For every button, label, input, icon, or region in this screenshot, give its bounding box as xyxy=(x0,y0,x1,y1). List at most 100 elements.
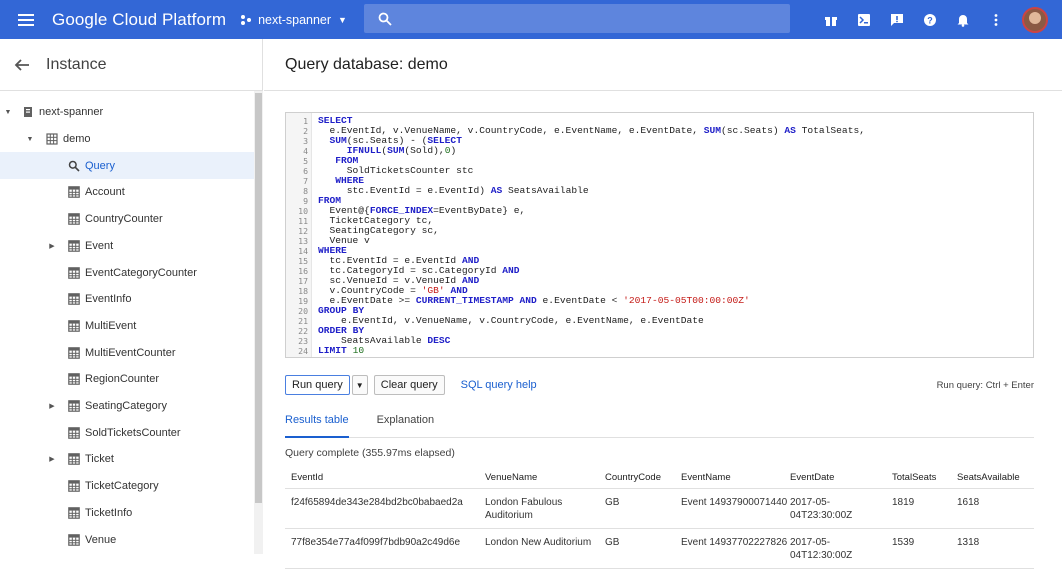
table-row: f24f65894de343e284bd2bc0babaed2a London … xyxy=(285,489,1034,529)
search-icon xyxy=(68,160,80,172)
sidebar-item-label: Query xyxy=(85,159,115,172)
clear-query-button[interactable]: Clear query xyxy=(373,375,445,395)
help-button[interactable]: ? xyxy=(913,0,946,39)
notifications-button[interactable] xyxy=(946,0,979,39)
line-number: 11 xyxy=(298,216,308,226)
more-options-button[interactable] xyxy=(979,0,1012,39)
expand-more-icon[interactable]: ▶ xyxy=(48,455,56,463)
database-icon xyxy=(46,133,58,145)
table-icon xyxy=(68,480,80,492)
cell-event-date: 2017-05-04T23:30:00Z xyxy=(790,497,853,521)
expand-less-icon[interactable]: ▼ xyxy=(4,108,12,116)
column-header[interactable]: SeatsAvailable xyxy=(957,472,1034,483)
sidebar-item-label: Venue xyxy=(85,533,117,546)
sidebar-item-label: next-spanner xyxy=(39,106,104,119)
column-header[interactable]: TotalSeats xyxy=(892,472,957,483)
back-button[interactable] xyxy=(0,57,44,73)
code-line[interactable]: Venue v xyxy=(318,236,865,246)
sidebar-item-soldticketscounter[interactable]: SoldTicketsCounter xyxy=(0,419,254,446)
line-number: 5 xyxy=(303,156,308,166)
scrollbar-thumb[interactable] xyxy=(255,93,262,503)
sidebar-item-multieventcounter[interactable]: MultiEventCounter xyxy=(0,339,254,366)
column-header[interactable]: EventName xyxy=(681,472,790,483)
sidebar: Instance ▼ next-spanner ▼ demo Query Account C… xyxy=(0,39,263,554)
project-selector[interactable]: next-spanner ▼ xyxy=(240,13,347,27)
feedback-button[interactable] xyxy=(880,0,913,39)
sidebar-item-ticket[interactable]: ▶ Ticket xyxy=(0,446,254,473)
line-number: 4 xyxy=(303,146,308,156)
sidebar-item-demo[interactable]: ▼ demo xyxy=(0,126,254,153)
column-header[interactable]: EventDate xyxy=(790,472,892,483)
expand-less-icon[interactable]: ▼ xyxy=(26,135,34,143)
menu-button[interactable] xyxy=(0,0,52,39)
tab-explanation[interactable]: Explanation xyxy=(377,414,435,438)
code-line[interactable]: stc.EventId = e.EventId) AS SeatsAvailab… xyxy=(318,186,865,196)
sidebar-item-countrycounter[interactable]: CountryCounter xyxy=(0,206,254,233)
gift-button[interactable] xyxy=(814,0,847,39)
cell-venue-name: London New Auditorium xyxy=(485,537,592,548)
chevron-down-icon: ▼ xyxy=(355,380,364,390)
column-header[interactable]: VenueName xyxy=(485,472,605,483)
line-number: 1 xyxy=(303,116,308,126)
line-number: 16 xyxy=(298,266,308,276)
sidebar-item-eventinfo[interactable]: EventInfo xyxy=(0,286,254,313)
sidebar-item-regioncounter[interactable]: RegionCounter xyxy=(0,366,254,393)
line-number: 17 xyxy=(298,276,308,286)
cell-event-name: Event 14937702227826 xyxy=(681,537,788,548)
code-line[interactable]: e.EventDate >= CURRENT_TIMESTAMP AND e.E… xyxy=(318,296,865,306)
sidebar-item-seatingcategory[interactable]: ▶ SeatingCategory xyxy=(0,393,254,420)
line-number: 6 xyxy=(303,166,308,176)
table-icon xyxy=(68,453,80,466)
search-input[interactable] xyxy=(402,11,782,26)
cloud-shell-button[interactable] xyxy=(847,0,880,39)
column-header[interactable]: EventId xyxy=(285,472,485,483)
expand-more-icon[interactable]: ▶ xyxy=(48,242,56,250)
query-editor[interactable]: 1 2 3 4 5 6 7 8 9 10 11 12 13 14 15 16 17 18 19 20 21 22 23 24 … xyxy=(285,112,1034,358)
column-header[interactable]: CountryCode xyxy=(605,472,681,483)
sql-help-link[interactable]: SQL query help xyxy=(461,379,537,391)
line-number: 15 xyxy=(298,256,308,266)
code-line[interactable]: SeatsAvailable DESC xyxy=(318,336,865,346)
sidebar-item-ticketcategory[interactable]: TicketCategory xyxy=(0,473,254,500)
sidebar-item-label: EventInfo xyxy=(85,293,132,306)
table-icon xyxy=(68,266,80,279)
code-line[interactable]: SeatingCategory sc, xyxy=(318,226,865,236)
sidebar-item-label: TicketCategory xyxy=(85,480,159,493)
sidebar-item-account[interactable]: Account xyxy=(0,179,254,206)
avatar[interactable] xyxy=(1022,6,1048,33)
shortcut-label: Run query: xyxy=(936,379,984,391)
sidebar-title: Instance xyxy=(46,55,107,73)
sidebar-item-label: MultiEventCounter xyxy=(85,346,176,359)
sidebar-item-query[interactable]: Query xyxy=(0,152,254,180)
query-code[interactable]: SELECT e.EventId, v.VenueName, v.Country… xyxy=(318,116,865,356)
sidebar-item-event[interactable]: ▶ Event xyxy=(0,233,254,260)
code-line[interactable]: e.EventId, v.VenueName, v.CountryCode, e… xyxy=(318,316,865,326)
run-options-dropdown[interactable]: ▼ xyxy=(351,375,368,395)
app-brand[interactable]: Google Cloud Platform xyxy=(52,10,226,30)
sidebar-item-venue[interactable]: Venue xyxy=(0,526,254,553)
code-line[interactable]: LIMIT 10 xyxy=(318,346,865,356)
sidebar-item-multievent[interactable]: MultiEvent xyxy=(0,313,254,340)
sidebar-scrollbar[interactable] xyxy=(254,91,263,554)
tab-results-table[interactable]: Results table xyxy=(285,414,349,438)
expand-more-icon[interactable]: ▶ xyxy=(48,402,56,410)
code-line[interactable]: SoldTicketsCounter stc xyxy=(318,166,865,176)
sidebar-item-ticketinfo[interactable]: TicketInfo xyxy=(0,500,254,527)
result-tabs: Results table Explanation xyxy=(285,414,1034,438)
table-icon xyxy=(68,240,80,252)
sidebar-item-next-spanner[interactable]: ▼ next-spanner xyxy=(0,99,254,126)
table-icon xyxy=(68,293,80,306)
sidebar-item-eventcategorycounter[interactable]: EventCategoryCounter xyxy=(0,259,254,286)
code-line[interactable]: IFNULL(SUM(Sold),0) xyxy=(318,146,865,156)
gift-icon xyxy=(824,16,837,26)
line-number: 24 xyxy=(298,346,308,356)
run-query-button[interactable]: Run query xyxy=(285,375,350,395)
sidebar-item-label: TicketInfo xyxy=(85,506,133,519)
search-bar[interactable] xyxy=(364,4,790,33)
query-status: Query complete (355.97ms elapsed) xyxy=(285,447,455,459)
line-number: 10 xyxy=(298,206,308,216)
